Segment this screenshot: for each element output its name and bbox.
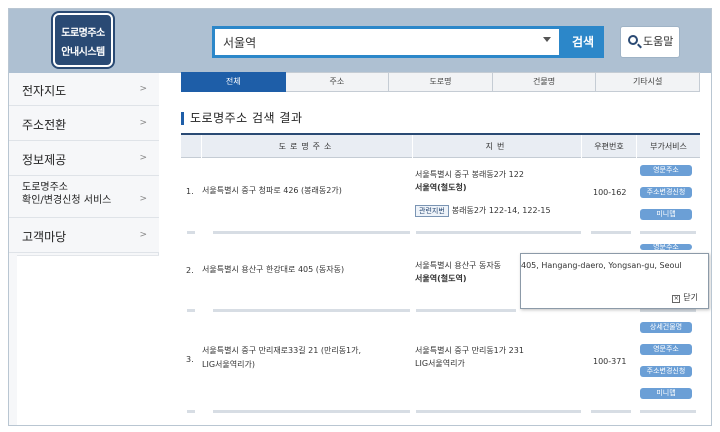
row-divider — [213, 231, 410, 234]
english-address-button[interactable]: 영문주소 — [640, 244, 692, 250]
sidebar-item-address-convert[interactable]: 주소전환 > — [9, 106, 159, 141]
jibun-building: 서울역(철도청) — [415, 183, 467, 192]
chevron-right-icon: > — [139, 118, 147, 128]
tab-building-name[interactable]: 건물명 — [492, 72, 597, 92]
row-divider — [416, 309, 516, 312]
popup-close-label: 닫기 — [683, 293, 698, 302]
chevron-right-icon: > — [139, 194, 147, 204]
site-logo[interactable]: 도로명주소 안내시스템 — [53, 13, 113, 67]
minimap-button[interactable]: 미니맵 — [640, 209, 692, 220]
related-jibun: 관련지번 봉래동2가 122-14, 122-15 — [415, 204, 551, 218]
close-icon: × — [672, 295, 681, 303]
sidebar-item-label: 주소전환 — [22, 118, 67, 132]
minimap-button[interactable]: 미니맵 — [640, 388, 692, 399]
logo-line2: 안내시스템 — [61, 47, 105, 58]
road-address-link[interactable]: 서울특별시 용산구 한강대로 405 (동자동) — [202, 263, 344, 277]
sidebar-item-label: 정보제공 — [22, 153, 67, 167]
row-divider — [640, 309, 696, 312]
header-zip: 우편번호 — [581, 135, 636, 158]
row-divider — [416, 231, 581, 234]
row-divider — [213, 410, 410, 413]
chevron-right-icon: > — [139, 84, 147, 94]
row-number: 3. — [186, 355, 194, 364]
english-address-popup: 405, Hangang-daero, Yongsan-gu, Seoul × 닫… — [520, 253, 709, 309]
result-tabs: 전체 주소 도로명 건물명 기타시설 — [181, 72, 700, 92]
tab-other-facilities[interactable]: 기타시설 — [596, 72, 700, 92]
jibun-address: 서울특별시 용산구 동자동 — [415, 261, 502, 270]
magnifier-icon — [628, 35, 638, 45]
popup-close-button[interactable]: × 닫기 — [672, 292, 698, 303]
help-button-label: 도움말 — [643, 35, 674, 48]
sidebar-item-label-line1: 도로명주소 — [22, 182, 68, 193]
row-divider — [187, 410, 195, 413]
header-jibun: 지번 — [412, 135, 581, 158]
sidebar-item-e-map[interactable]: 전자지도 > — [9, 73, 159, 106]
jibun-building: LIG서울역리가 — [415, 359, 465, 368]
row-divider — [591, 231, 631, 234]
header-services: 부가서비스 — [636, 135, 700, 158]
sidebar-item-verify-change[interactable]: 도로명주소 확인/변경신청 서비스 > — [9, 176, 159, 218]
building-detail-button[interactable]: 상세건물명 — [640, 322, 692, 333]
zip-code: 100-162 — [593, 188, 627, 197]
road-address-link[interactable]: 서울특별시 중구 청파로 426 (봉래동2가) — [202, 184, 342, 198]
sidebar-item-label: 도로명주소 확인/변경신청 서비스 — [22, 181, 111, 207]
result-title: 도로명주소 검색 결과 — [181, 112, 303, 125]
road-address-line1: 서울특별시 중구 만리재로33길 21 (만리동1가, — [202, 346, 362, 355]
logo-line1: 도로명주소 — [61, 28, 105, 39]
jibun-address: 서울특별시 중구 만리동1가 231 — [415, 346, 524, 355]
related-jibun-badge[interactable]: 관련지번 — [415, 205, 449, 217]
header-road-address: 도로명주소 — [201, 135, 412, 158]
row-number: 2. — [186, 266, 194, 275]
results-table-header: 도로명주소 지번 우편번호 부가서비스 — [181, 133, 700, 158]
address-change-button[interactable]: 주소변경신청 — [640, 187, 692, 198]
app-frame: 도로명주소 안내시스템 검색 도움말 전자지도 > 주소전환 > 정보제공 > … — [8, 8, 712, 426]
tab-road-name[interactable]: 도로명 — [389, 72, 493, 92]
road-address-link[interactable]: 서울특별시 중구 만리재로33길 21 (만리동1가, LIG서울역리가) — [202, 344, 361, 372]
search-box — [212, 26, 562, 58]
row-divider — [640, 410, 696, 413]
search-input[interactable] — [215, 29, 515, 55]
tab-all[interactable]: 전체 — [181, 72, 286, 92]
row-number: 1. — [186, 187, 194, 196]
sidebar: 전자지도 > 주소전환 > 정보제공 > 도로명주소 확인/변경신청 서비스 >… — [9, 73, 159, 425]
english-address-button[interactable]: 영문주소 — [640, 165, 692, 176]
sidebar-item-info[interactable]: 정보제공 > — [9, 141, 159, 176]
english-address-button[interactable]: 영문주소 — [640, 344, 692, 355]
sidebar-blank-area — [17, 255, 159, 425]
jibun-building: 서울역(철도역) — [415, 274, 467, 283]
row-divider — [416, 410, 581, 413]
search-button[interactable]: 검색 — [562, 26, 604, 58]
english-address-text: 405, Hangang-daero, Yongsan-gu, Seoul — [521, 261, 682, 270]
search-dropdown-icon[interactable] — [543, 37, 551, 42]
row-divider — [187, 231, 195, 234]
header: 도로명주소 안내시스템 검색 도움말 — [9, 9, 711, 73]
sidebar-item-label: 고객마당 — [22, 230, 67, 244]
header-no-col — [181, 135, 201, 158]
address-change-button[interactable]: 주소변경신청 — [640, 366, 692, 377]
help-button[interactable]: 도움말 — [620, 26, 680, 58]
sidebar-item-label-line2: 확인/변경신청 서비스 — [22, 195, 112, 206]
row-divider — [213, 309, 410, 312]
tab-address[interactable]: 주소 — [285, 72, 390, 92]
sidebar-item-customer[interactable]: 고객마당 > — [9, 218, 159, 253]
zip-code: 100-371 — [593, 357, 627, 366]
row-divider — [187, 309, 195, 312]
sidebar-item-label: 전자지도 — [22, 84, 67, 98]
row-divider — [640, 231, 696, 234]
chevron-right-icon: > — [139, 153, 147, 163]
row-divider — [591, 410, 631, 413]
jibun-address: 서울특별시 중구 봉래동2가 122 — [415, 170, 524, 179]
chevron-right-icon: > — [139, 230, 147, 240]
related-jibun-value: 봉래동2가 122-14, 122-15 — [451, 206, 551, 215]
road-address-line2: LIG서울역리가) — [202, 360, 255, 369]
